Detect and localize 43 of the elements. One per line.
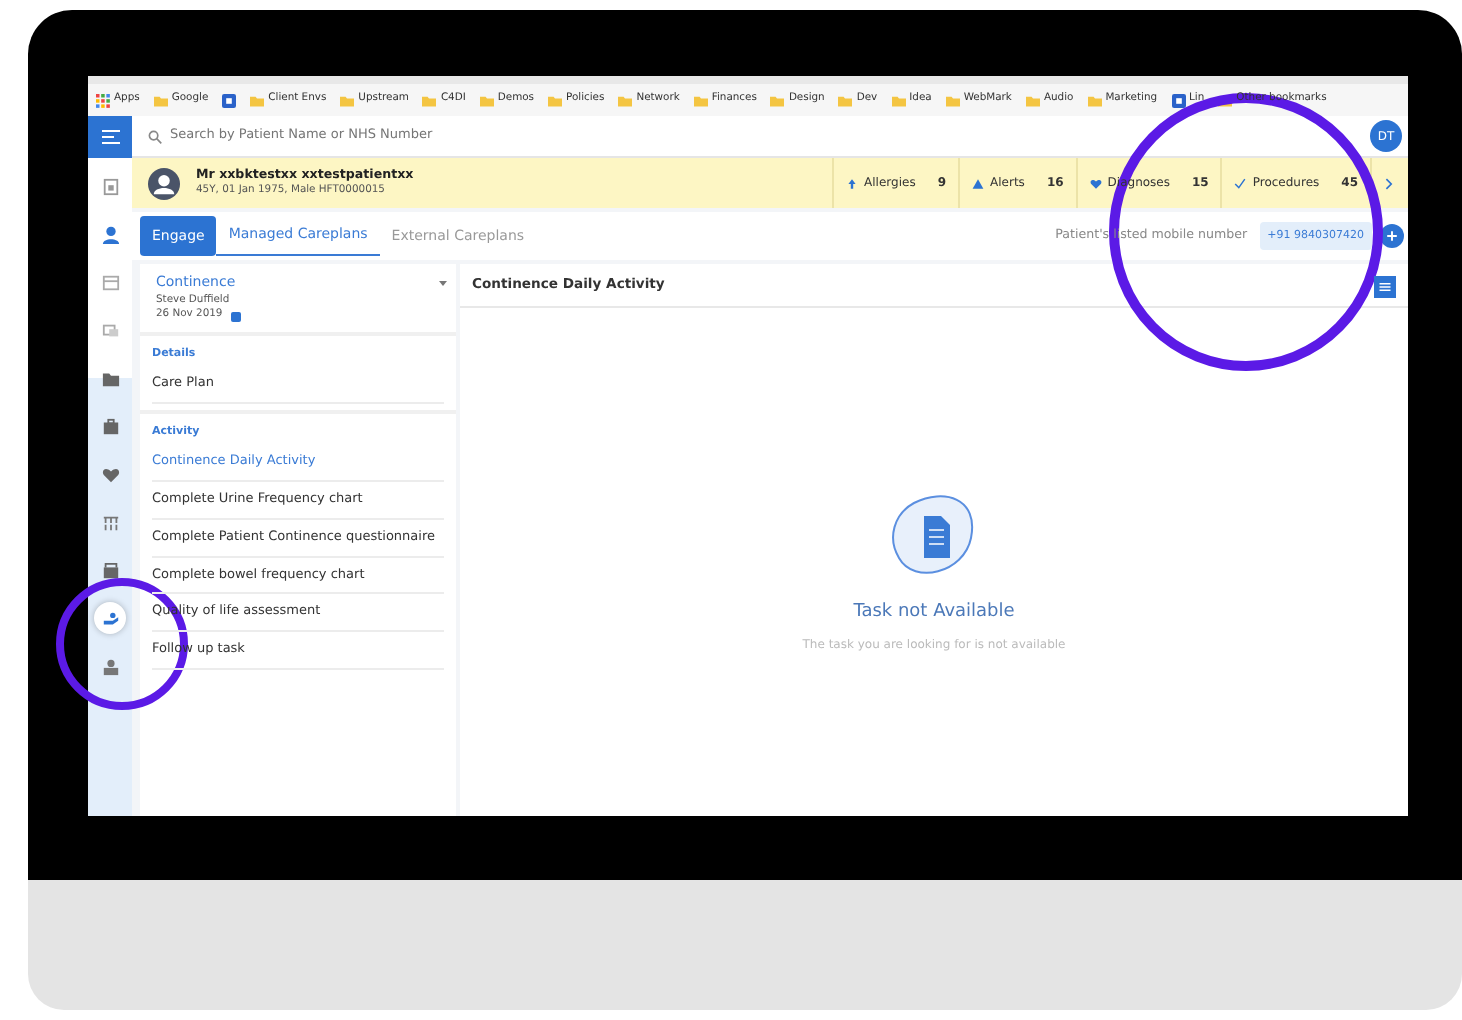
plus-icon xyxy=(1386,230,1398,242)
folder-icon xyxy=(250,93,265,108)
folder-icon xyxy=(422,93,437,108)
empty-title: Task not Available xyxy=(853,600,1015,626)
screens-icon xyxy=(101,321,119,339)
heart-icon xyxy=(1089,177,1102,189)
expand-icon xyxy=(1384,177,1396,189)
kit-icon xyxy=(101,561,119,579)
folder-icon xyxy=(1087,93,1102,108)
avatar-icon xyxy=(148,167,180,199)
folder-icon xyxy=(945,93,960,108)
grid-icon xyxy=(101,513,119,531)
menu-icon xyxy=(101,129,119,143)
folder-icon xyxy=(101,369,119,387)
site-icon xyxy=(222,94,237,108)
folder-icon xyxy=(548,93,563,108)
apps-icon xyxy=(96,93,110,108)
folder-icon xyxy=(891,93,906,108)
folder-icon xyxy=(838,93,853,108)
hand-icon xyxy=(101,609,119,627)
sidebar-button[interactable] xyxy=(94,602,126,634)
check-icon xyxy=(1234,177,1247,189)
caret-icon xyxy=(438,277,448,288)
arrow-up-icon xyxy=(846,177,859,189)
folder-icon xyxy=(693,93,708,108)
folder-icon xyxy=(1025,93,1040,108)
search-icon xyxy=(148,129,162,143)
clipboard-icon xyxy=(101,177,119,195)
person-icon xyxy=(101,225,119,243)
list-view-icon xyxy=(1374,275,1396,298)
briefcase-icon xyxy=(101,417,119,435)
folder-icon xyxy=(770,93,785,108)
warning-icon xyxy=(972,177,985,189)
calendar-icon xyxy=(101,273,119,291)
folder-icon xyxy=(479,93,494,108)
tag-icon xyxy=(230,311,243,322)
menu-button[interactable] xyxy=(88,115,132,157)
user-card-icon xyxy=(101,657,119,675)
folder-icon xyxy=(340,93,355,108)
folder-icon xyxy=(618,93,633,108)
folder-icon xyxy=(153,93,168,108)
site-icon xyxy=(1171,93,1186,108)
heart-icon xyxy=(101,465,119,483)
